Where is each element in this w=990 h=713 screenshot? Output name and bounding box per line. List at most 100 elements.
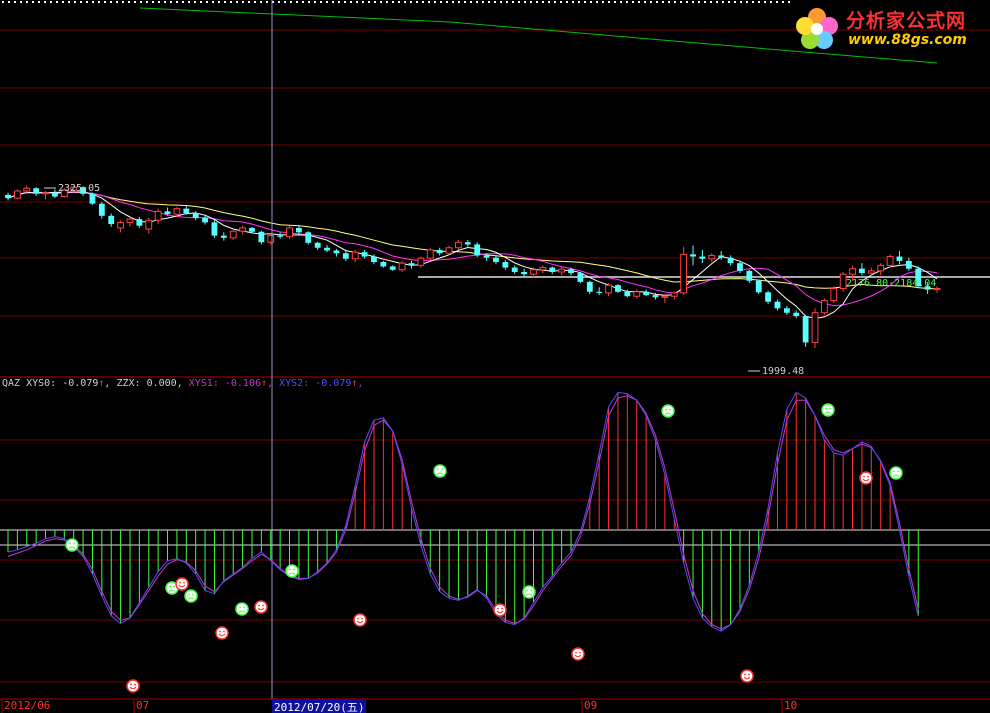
candle-body [493,257,499,263]
top-dot-marker [224,1,226,3]
top-dot-marker [344,1,346,3]
top-dot-marker [380,1,382,3]
face-eye [863,475,865,478]
face-eye [179,581,181,584]
top-dot-marker [428,1,430,3]
top-dot-marker [542,1,544,3]
candle-body [596,291,603,293]
top-dot-marker [458,1,460,3]
face-eye [361,617,363,620]
xys0-label: XYS0: [26,378,57,389]
candle-body [718,255,725,258]
top-dot-marker [722,1,724,3]
candle-body [605,284,612,294]
top-dot-marker [104,1,106,3]
top-dot-marker [2,1,4,3]
top-dot-marker [494,1,496,3]
top-dot-marker [236,1,238,3]
face-eye [258,604,260,607]
candle-body [380,262,387,267]
top-dot-marker [404,1,406,3]
top-dot-marker [242,1,244,3]
brand-name: 分析家公式网 [846,10,967,32]
top-dot-marker [332,1,334,3]
candle-body [877,264,885,272]
top-dot-marker [14,1,16,3]
top-dot-marker [92,1,94,3]
candle-body [52,192,58,197]
top-dot-marker [590,1,592,3]
face-eye [575,651,577,654]
top-dot-marker [632,1,634,3]
top-dot-marker [476,1,478,3]
candle-body [445,247,453,254]
candle-body [154,210,162,221]
candle-body [539,267,547,271]
top-dot-marker [368,1,370,3]
candle-body [867,270,875,274]
candle-body [408,263,415,266]
candle-body [342,253,349,259]
top-dot-marker [74,1,76,3]
candle-body [615,285,621,292]
candle-body [849,268,856,275]
top-dot-marker [488,1,490,3]
xys0-value: -0.079 [62,378,99,389]
candle-body [426,249,434,259]
candle-body [830,287,838,302]
candle-body [502,262,509,268]
face-eye [173,585,175,588]
top-dot-marker [56,1,58,3]
top-dot-marker [200,1,202,3]
top-dot-marker [152,1,154,3]
top-dot-marker [86,1,88,3]
xys2-value: -0.079 [315,378,352,389]
candle-body [333,250,340,254]
top-dot-marker [752,1,754,3]
chart-canvas[interactable] [0,0,990,713]
top-dot-marker [218,1,220,3]
top-dot-marker [620,1,622,3]
frowny-icon [522,585,536,599]
face-eye [169,585,171,588]
top-dot-marker [716,1,718,3]
face-eye [134,683,136,686]
time-label-jul: 07 [136,699,150,712]
xys1-value: -0.106 [224,378,261,389]
top-dot-marker [434,1,436,3]
candle-body [802,316,809,343]
top-dot-marker [266,1,268,3]
candle-body [577,273,584,282]
top-dot-marker [596,1,598,3]
candle-body [699,256,706,259]
stock-chart[interactable]: 分析家公式网 www.88gs.com QAZ XYS0: -0.079↑, Z… [0,0,990,713]
top-dot-marker [686,1,688,3]
smiley-icon [859,471,873,485]
frowny-icon [821,403,835,417]
face-eye [223,630,225,633]
top-dot-marker [188,1,190,3]
top-dot-marker [362,1,364,3]
top-dot-marker [260,1,262,3]
top-dot-marker [416,1,418,3]
face-eye [73,542,75,545]
frowny-icon [235,602,249,616]
top-dot-marker [740,1,742,3]
candle-body [905,260,912,269]
candle-body [746,270,753,281]
face-eye [357,617,359,620]
time-label-jun: 2012/06 [4,699,51,712]
top-dot-marker [518,1,520,3]
top-dot-marker [164,1,166,3]
candle-body [98,203,105,216]
top-dot-marker [356,1,358,3]
face-eye [867,475,869,478]
top-dot-marker [638,1,640,3]
top-dot-marker [704,1,706,3]
top-dot-marker [764,1,766,3]
candle-body [727,257,734,264]
top-dot-marker [386,1,388,3]
smiley-icon [126,679,140,693]
smiley-icon [571,647,585,661]
top-dot-marker [776,1,778,3]
